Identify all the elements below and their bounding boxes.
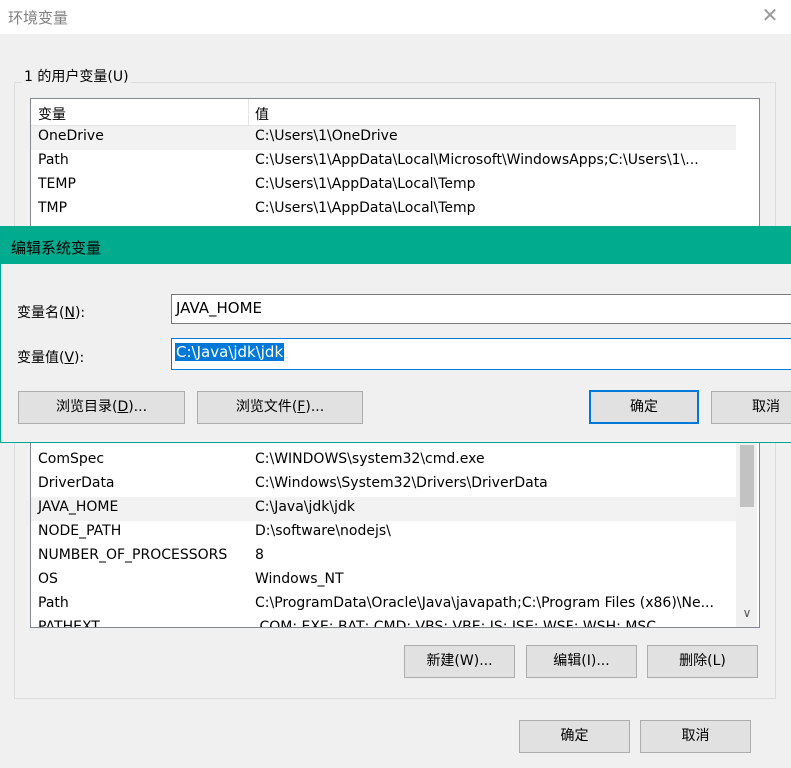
list-row[interactable]: TMP C:\Users\1\AppData\Local\Temp	[31, 198, 736, 222]
header-divider[interactable]	[248, 99, 249, 125]
window-title: 环境变量	[8, 9, 69, 27]
row-value: 8	[255, 547, 264, 563]
row-value: C:\Windows\System32\Drivers\DriverData	[255, 475, 548, 491]
row-value: C:\WINDOWS\system32\cmd.exe	[255, 451, 485, 467]
close-icon[interactable]: ✕	[760, 4, 780, 26]
row-name: Path	[38, 595, 69, 611]
row-value: C:\Users\1\OneDrive	[255, 128, 398, 144]
list-row[interactable]: Path C:\Users\1\AppData\Local\Microsoft\…	[31, 150, 736, 174]
row-value: Windows_NT	[255, 571, 344, 587]
variable-value-selected-text: C:\Java\jdk\jdk	[175, 343, 285, 361]
system-vars-list[interactable]: ComSpec C:\WINDOWS\system32\cmd.exe Driv…	[30, 430, 760, 628]
dialog-titlebar[interactable]	[1, 226, 791, 264]
ok-button[interactable]: 确定	[519, 720, 630, 753]
edit-system-variable-dialog: 编辑系统变量 变量名(N): JAVA_HOME 变量值(V): C:\Java…	[0, 226, 791, 443]
row-value: C:\ProgramData\Oracle\Java\javapath;C:\P…	[255, 595, 714, 611]
chevron-down-icon[interactable]: ∨	[739, 605, 755, 621]
list-row-selected[interactable]: JAVA_HOME C:\Java\jdk\jdk	[31, 497, 736, 521]
variable-value-input[interactable]: C:\Java\jdk\jdk	[171, 338, 791, 370]
header-name[interactable]: 变量	[38, 104, 66, 124]
variable-name-label: 变量名(N):	[17, 305, 86, 321]
list-row[interactable]: OS Windows_NT	[31, 569, 736, 593]
scrollbar-thumb[interactable]	[740, 445, 754, 507]
row-name: OneDrive	[38, 128, 104, 144]
browse-directory-button[interactable]: 浏览目录(D)...	[18, 391, 185, 424]
list-row[interactable]: NODE_PATH D:\software\nodejs\	[31, 521, 736, 545]
list-row[interactable]: OneDrive C:\Users\1\OneDrive	[31, 126, 736, 150]
row-name: ComSpec	[38, 451, 105, 467]
dialog-title: 编辑系统变量	[11, 239, 102, 257]
row-name: TMP	[38, 200, 68, 216]
user-vars-group-title: 1 的用户变量(U)	[22, 66, 131, 86]
list-row[interactable]: PATHEXT .COM;.EXE;.BAT;.CMD;.VBS;.VBE;.J…	[31, 617, 736, 628]
row-name: PATHEXT	[38, 619, 100, 628]
delete-button[interactable]: 删除(L)	[647, 645, 758, 678]
row-name: NODE_PATH	[38, 523, 122, 539]
user-vars-list[interactable]: 变量 值 OneDrive C:\Users\1\OneDrive Path C…	[30, 98, 760, 240]
dialog-ok-button[interactable]: 确定	[589, 390, 699, 424]
new-button[interactable]: 新建(W)...	[404, 645, 515, 678]
dialog-cancel-button[interactable]: 取消	[711, 391, 791, 424]
row-name: JAVA_HOME	[38, 499, 119, 515]
edit-button[interactable]: 编辑(I)...	[526, 645, 637, 678]
variable-name-value: JAVA_HOME	[176, 299, 263, 317]
row-value: C:\Java\jdk\jdk	[255, 499, 355, 515]
row-value: C:\Users\1\AppData\Local\Temp	[255, 200, 476, 216]
row-value: C:\Users\1\AppData\Local\Temp	[255, 176, 476, 192]
window-titlebar	[0, 0, 791, 34]
row-name: OS	[38, 571, 58, 587]
row-name: TEMP	[38, 176, 76, 192]
list-row[interactable]: NUMBER_OF_PROCESSORS 8	[31, 545, 736, 569]
vertical-scrollbar[interactable]: ∨	[736, 431, 757, 627]
variable-name-input[interactable]: JAVA_HOME	[171, 294, 791, 324]
row-name: DriverData	[38, 475, 115, 491]
row-value: .COM;.EXE;.BAT;.CMD;.VBS;.VBE;.JS;.JSE;.…	[255, 619, 657, 628]
row-name: NUMBER_OF_PROCESSORS	[38, 547, 228, 563]
list-header: 变量 值	[31, 99, 736, 126]
list-row[interactable]: Path C:\ProgramData\Oracle\Java\javapath…	[31, 593, 736, 617]
row-value: D:\software\nodejs\	[255, 523, 391, 539]
list-row[interactable]: TEMP C:\Users\1\AppData\Local\Temp	[31, 174, 736, 198]
browse-file-button[interactable]: 浏览文件(F)...	[197, 391, 363, 424]
cancel-button[interactable]: 取消	[640, 720, 751, 753]
row-name: Path	[38, 152, 69, 168]
row-value: C:\Users\1\AppData\Local\Microsoft\Windo…	[255, 152, 699, 168]
list-row[interactable]: DriverData C:\Windows\System32\Drivers\D…	[31, 473, 736, 497]
header-value[interactable]: 值	[255, 104, 269, 124]
list-row[interactable]: ComSpec C:\WINDOWS\system32\cmd.exe	[31, 449, 736, 473]
variable-value-label: 变量值(V):	[17, 350, 85, 366]
